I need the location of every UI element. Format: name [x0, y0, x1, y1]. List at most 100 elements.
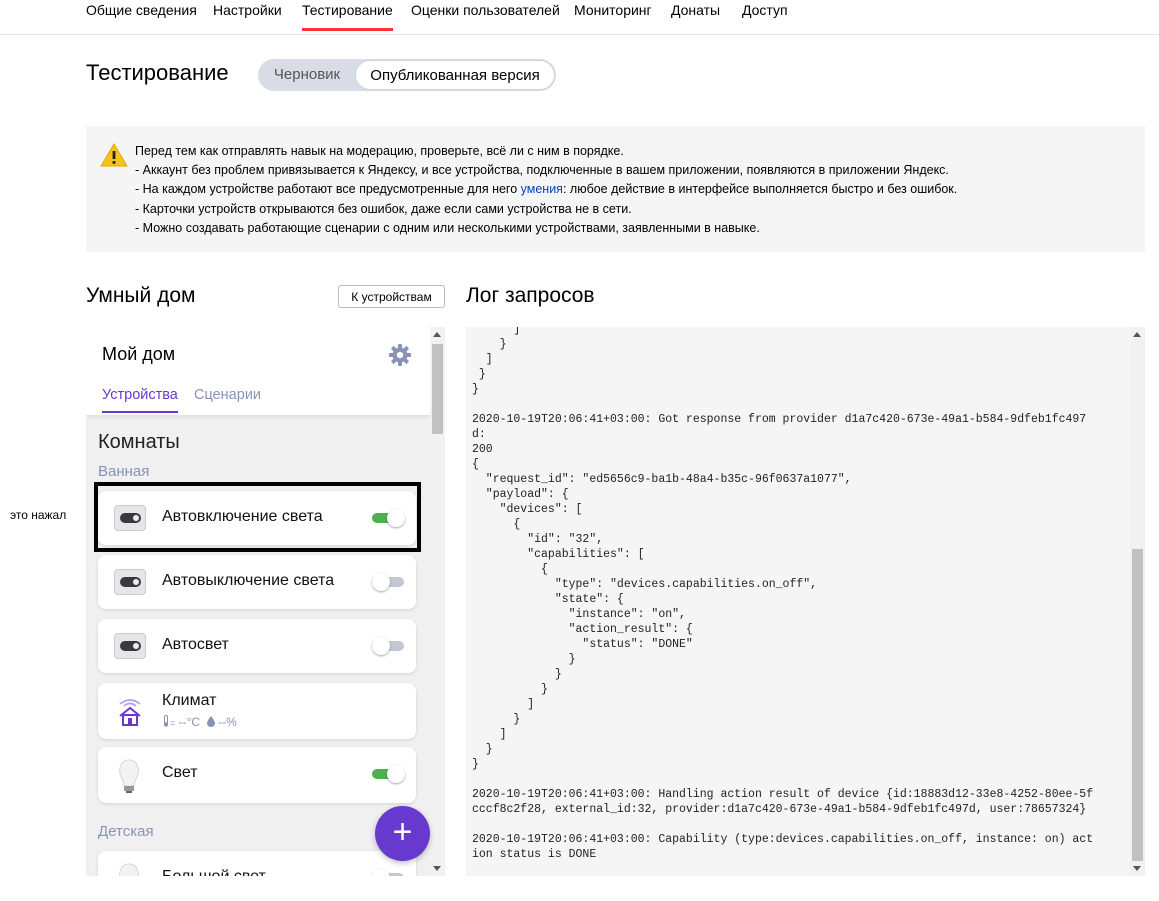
home-name: Мой дом	[102, 344, 176, 364]
device-toggle[interactable]	[372, 869, 404, 876]
scroll-up-icon[interactable]	[1133, 332, 1141, 337]
add-device-button[interactable]: +	[375, 806, 430, 861]
log-line: "id": "32",	[472, 533, 604, 546]
device-name: Свет	[162, 764, 198, 781]
humidity-value: --%	[218, 715, 237, 729]
log-line: "instance": "on",	[472, 608, 686, 621]
scroll-thumb[interactable]	[1132, 549, 1143, 861]
log-line: "request_id": "ed5656c9-ba1b-48a4-b35c-9…	[472, 473, 852, 486]
warning-icon	[100, 143, 128, 167]
log-line: "type": "devices.capabilities.on_off",	[472, 578, 818, 591]
log-line: ]	[472, 327, 521, 336]
device-name: Большой свет	[162, 868, 266, 876]
log-line: ion status is DONE	[472, 848, 597, 861]
device-toggle[interactable]	[372, 765, 405, 783]
nav-user-ratings[interactable]: Оценки пользователей	[411, 0, 560, 20]
room-label-kids: Детская	[98, 823, 154, 840]
log-line: "state": {	[472, 593, 624, 606]
device-name: Автосвет	[162, 636, 229, 653]
log-content: ] } ] }} 2020-10-19T20:06:41+03:00: Got …	[472, 327, 1093, 862]
log-line: {	[472, 518, 521, 531]
gear-icon[interactable]	[388, 343, 412, 367]
log-line: }	[472, 653, 576, 666]
to-devices-button[interactable]: К устройствам	[338, 285, 445, 308]
device-card[interactable]: Автосвет	[98, 619, 416, 673]
device-name: Автовыключение света	[162, 572, 335, 589]
scroll-down-icon[interactable]	[433, 866, 441, 871]
notice-line: - Можно создавать работающие сценарии с …	[135, 220, 760, 235]
scroll-thumb[interactable]	[432, 344, 443, 434]
nav-access[interactable]: Доступ	[742, 0, 788, 20]
draft-tab[interactable]: Черновик	[258, 59, 356, 91]
published-tab[interactable]: Опубликованная версия	[355, 60, 555, 90]
notice-line: - Карточки устройств открываются без оши…	[135, 201, 632, 216]
device-name: Климат	[162, 692, 217, 709]
device-card[interactable]: Свет	[98, 747, 416, 803]
skills-link[interactable]: умения	[521, 182, 563, 196]
nav-donations[interactable]: Донаты	[671, 0, 720, 20]
nav-monitoring[interactable]: Мониторинг	[574, 0, 652, 20]
room-label-bathroom: Ванная	[98, 463, 150, 480]
humidity-drop-icon	[206, 716, 215, 727]
device-card[interactable]: Автовыключение света	[98, 555, 416, 609]
nav-testing[interactable]: Тестирование	[302, 0, 393, 31]
switch-icon	[114, 569, 146, 595]
log-line: d:	[472, 428, 486, 441]
device-card[interactable]: Большой свет	[98, 851, 416, 876]
log-line: "devices": [	[472, 503, 583, 516]
scroll-up-icon[interactable]	[433, 332, 441, 337]
thermometer-icon	[163, 715, 169, 727]
log-line: 2020-10-19T20:06:41+03:00: Capability (t…	[472, 833, 1094, 846]
annotation-note: это нажал	[10, 508, 67, 522]
log-line: "capabilities": [	[472, 548, 645, 561]
version-switch: Черновик Опубликованная версия	[258, 59, 556, 91]
smart-home-panel: Мой дом Устройства Сценарии Комнаты Ванн…	[86, 327, 430, 876]
log-line: ]	[472, 353, 493, 366]
request-log: ] } ] }} 2020-10-19T20:06:41+03:00: Got …	[466, 327, 1130, 876]
rooms-title: Комнаты	[98, 431, 180, 453]
top-nav: Общие сведения Настройки Тестирование Оц…	[0, 0, 1159, 35]
log-line: }	[472, 668, 562, 681]
nav-settings[interactable]: Настройки	[213, 0, 282, 20]
request-log-title: Лог запросов	[466, 284, 595, 307]
smart-home-title: Умный дом	[86, 284, 196, 307]
device-toggle[interactable]	[372, 573, 404, 591]
temperature-value: --°C	[178, 715, 201, 729]
log-scrollbar[interactable]	[1130, 327, 1145, 876]
log-line: }	[472, 338, 507, 351]
log-line: }	[472, 713, 521, 726]
log-line: cccf8c2f28, external_id:32, provider:d1a…	[472, 803, 1087, 816]
log-line: {	[472, 563, 548, 576]
tab-scenarios[interactable]: Сценарии	[194, 387, 261, 403]
home-header: Мой дом Устройства Сценарии	[86, 327, 430, 415]
log-line: 200	[472, 443, 493, 456]
device-card[interactable]: Климат = --°C --%	[98, 683, 416, 739]
log-line: "status": "DONE"	[472, 638, 693, 651]
notice-line: Перед тем как отправлять навык на модера…	[135, 144, 624, 158]
devices-scrollbar[interactable]	[430, 327, 445, 876]
log-line: 2020-10-19T20:06:41+03:00: Got response …	[472, 413, 1087, 426]
bulb-icon	[119, 863, 139, 876]
bulb-icon	[119, 759, 139, 793]
device-toggle[interactable]	[372, 637, 404, 655]
log-line: 2020-10-19T20:06:41+03:00: Handling acti…	[472, 788, 1094, 801]
log-line: "action_result": {	[472, 623, 693, 636]
scroll-down-icon[interactable]	[1133, 866, 1141, 871]
switch-icon	[114, 633, 146, 659]
log-line: }	[472, 383, 479, 396]
click-highlight-frame	[94, 482, 421, 552]
tab-devices[interactable]: Устройства	[102, 387, 178, 403]
moderation-notice: Перед тем как отправлять навык на модера…	[86, 126, 1145, 252]
page-title: Тестирование	[86, 60, 229, 85]
climate-house-icon	[119, 699, 141, 726]
climate-readings: = --°C --%	[162, 715, 237, 729]
log-line: ]	[472, 698, 535, 711]
nav-general[interactable]: Общие сведения	[86, 0, 197, 20]
log-line: }	[472, 683, 548, 696]
log-line: }	[472, 368, 486, 381]
log-line: }	[472, 758, 479, 771]
log-line: }	[472, 743, 493, 756]
log-line: "payload": {	[472, 488, 569, 501]
